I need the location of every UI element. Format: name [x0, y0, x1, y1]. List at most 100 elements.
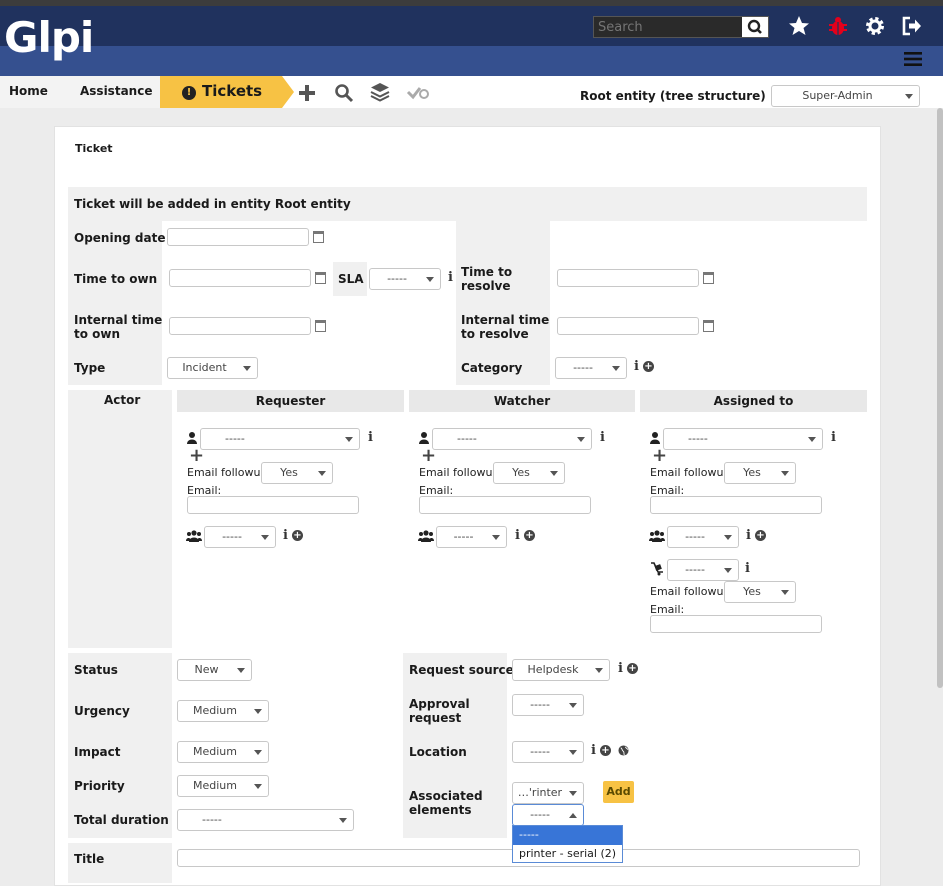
info-icon[interactable]: i	[283, 528, 288, 543]
add-icon[interactable]	[297, 83, 317, 106]
opening-date-input[interactable]	[167, 228, 309, 246]
assigned-email-input[interactable]	[650, 496, 822, 514]
add-circle-icon[interactable]: +	[524, 530, 535, 541]
status-select[interactable]: New	[177, 659, 252, 681]
search-input[interactable]	[594, 17, 744, 37]
urgency-select[interactable]: Medium	[177, 700, 269, 722]
assigned-email-followup-value: Yes	[743, 466, 761, 479]
scrollbar[interactable]	[937, 108, 943, 688]
alert-icon: !	[182, 86, 196, 100]
add-circle-icon[interactable]: +	[627, 663, 638, 674]
sla-select-value: -----	[387, 272, 407, 285]
impact-select[interactable]: Medium	[177, 741, 269, 763]
internal-ttr-label-2: to resolve	[461, 327, 529, 341]
info-icon[interactable]: i	[634, 359, 639, 374]
calendar-icon[interactable]	[703, 272, 714, 284]
add-button[interactable]: Add	[603, 781, 634, 803]
time-to-own-input[interactable]	[169, 269, 311, 287]
assigned-group-value: -----	[685, 530, 705, 543]
supplier-email-input[interactable]	[650, 615, 822, 633]
approval-select[interactable]: -----	[512, 694, 584, 716]
internal-ttr-input[interactable]	[557, 317, 699, 335]
info-icon[interactable]: i	[831, 430, 836, 445]
add-icon[interactable]: +	[652, 447, 667, 465]
breadcrumb-tickets[interactable]: ! Tickets	[160, 76, 282, 108]
chevron-down-icon	[254, 750, 262, 755]
search-list-icon[interactable]	[334, 83, 354, 106]
assigned-email-followup-select[interactable]: Yes	[724, 462, 796, 484]
requester-email-followup-select[interactable]: Yes	[261, 462, 333, 484]
add-icon[interactable]: +	[189, 447, 204, 465]
info-icon[interactable]: i	[591, 743, 596, 758]
assigned-user-select[interactable]: -----	[663, 428, 823, 450]
approval-select-value: -----	[530, 698, 550, 711]
sla-select[interactable]: -----	[369, 268, 441, 290]
internal-ttr-label-1: Internal time	[461, 313, 550, 327]
requester-user-value: -----	[225, 432, 245, 445]
supplier-email-followup-select[interactable]: Yes	[724, 581, 796, 603]
info-icon[interactable]: i	[618, 661, 623, 676]
add-circle-icon[interactable]: +	[643, 361, 654, 372]
info-icon[interactable]: i	[600, 430, 605, 445]
request-source-select[interactable]: Helpdesk	[512, 659, 610, 681]
info-icon[interactable]: i	[515, 528, 520, 543]
location-select[interactable]: -----	[512, 741, 584, 763]
associated-item-select[interactable]: -----	[512, 804, 584, 826]
add-circle-icon[interactable]: +	[755, 530, 766, 541]
assigned-supplier-select[interactable]: -----	[667, 559, 739, 581]
chevron-down-icon	[550, 471, 558, 476]
watcher-email-followup-select[interactable]: Yes	[493, 462, 565, 484]
email-followup-label: Email followup	[650, 585, 731, 598]
watcher-email-input[interactable]	[419, 496, 591, 514]
info-icon[interactable]: i	[368, 430, 373, 445]
search-button[interactable]	[742, 17, 768, 37]
associated-item-value: -----	[530, 808, 550, 821]
internal-tto-label-1: Internal time	[74, 313, 163, 327]
chevron-down-icon	[569, 750, 577, 755]
chevron-down-icon	[612, 366, 620, 371]
category-label: Category	[461, 361, 523, 375]
total-duration-select[interactable]: -----	[177, 809, 354, 831]
dropdown-option[interactable]: printer - serial (2)	[513, 845, 622, 864]
add-circle-icon[interactable]: +	[600, 745, 611, 756]
globe-icon[interactable]	[618, 745, 629, 759]
time-to-resolve-input[interactable]	[557, 269, 699, 287]
profile-select[interactable]: Super-Admin	[771, 85, 920, 107]
bug-icon[interactable]	[826, 14, 850, 38]
calendar-icon[interactable]	[315, 320, 326, 332]
info-icon[interactable]: i	[745, 561, 750, 576]
calendar-icon[interactable]	[315, 272, 326, 284]
info-icon[interactable]: i	[448, 270, 453, 285]
calendar-icon[interactable]	[313, 231, 324, 243]
hamburger-icon[interactable]	[903, 49, 925, 69]
requester-group-select[interactable]: -----	[204, 526, 276, 548]
associated-type-select[interactable]: …'rinter	[512, 782, 584, 804]
breadcrumb-bar: Home Assistance ! Tickets Root entity (tr…	[0, 76, 943, 108]
watcher-group-select[interactable]: -----	[436, 526, 507, 548]
priority-select[interactable]: Medium	[177, 775, 269, 797]
add-circle-icon[interactable]: +	[292, 530, 303, 541]
info-icon[interactable]: i	[746, 528, 751, 543]
requester-email-input[interactable]	[187, 496, 359, 514]
assigned-group-select[interactable]: -----	[667, 526, 739, 548]
breadcrumb-arrow	[282, 76, 294, 108]
check-list-icon[interactable]	[406, 84, 430, 105]
gear-icon[interactable]	[863, 14, 887, 38]
category-select[interactable]: -----	[555, 357, 627, 379]
location-label: Location	[409, 745, 467, 759]
internal-tto-input[interactable]	[169, 317, 311, 335]
calendar-icon[interactable]	[703, 320, 714, 332]
dropdown-option[interactable]: -----	[513, 826, 622, 845]
requester-user-select[interactable]: -----	[200, 428, 360, 450]
layers-icon[interactable]	[370, 82, 390, 105]
breadcrumb-home[interactable]: Home	[0, 76, 52, 108]
type-select[interactable]: Incident	[167, 357, 258, 379]
chevron-down-icon	[781, 471, 789, 476]
logout-icon[interactable]	[900, 14, 924, 38]
add-icon[interactable]: +	[421, 447, 436, 465]
star-icon[interactable]	[787, 14, 811, 38]
glpi-logo[interactable]: Glpi	[4, 12, 94, 64]
watcher-user-select[interactable]: -----	[432, 428, 592, 450]
breadcrumb-assistance[interactable]: Assistance	[52, 76, 160, 108]
time-to-own-label: Time to own	[74, 272, 158, 286]
